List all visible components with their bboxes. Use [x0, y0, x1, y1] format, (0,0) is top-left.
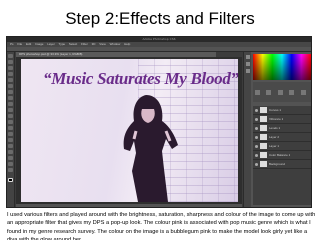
tools-panel: [7, 52, 15, 207]
eye-icon[interactable]: [255, 144, 258, 148]
layer-row[interactable]: Vibrance 1: [253, 115, 311, 124]
clone-stamp-tool-icon[interactable]: [8, 102, 13, 106]
artwork-headline: “Music Saturates My Blood”: [43, 69, 238, 88]
brightness-icon[interactable]: [255, 90, 260, 95]
eye-icon[interactable]: [255, 162, 258, 166]
marquee-tool-icon[interactable]: [8, 60, 13, 64]
photoshop-window: Adobe Photoshop CS6 Ps File Edit Image L…: [6, 36, 312, 208]
eye-icon[interactable]: [255, 153, 258, 157]
layer-name: Color Balance 1: [269, 153, 291, 157]
crop-tool-icon[interactable]: [8, 78, 13, 82]
layer-name: Levels 1: [269, 126, 281, 130]
lasso-tool-icon[interactable]: [8, 66, 13, 70]
menu-help[interactable]: Help: [124, 42, 130, 46]
menu-view[interactable]: View: [99, 42, 105, 46]
layer-thumbnail: [260, 134, 267, 140]
layer-thumbnail: [260, 143, 267, 149]
layer-name: Background: [269, 162, 286, 166]
curves-icon[interactable]: [277, 90, 283, 95]
menu-logo[interactable]: Ps: [10, 42, 14, 46]
foreground-color-swatch[interactable]: [8, 178, 13, 182]
slide-title: Step 2:Effects and Filters: [65, 9, 255, 28]
path-select-tool-icon[interactable]: [8, 150, 13, 154]
layer-thumbnail: [260, 125, 267, 131]
layer-thumbnail: [260, 116, 267, 122]
layer-thumbnail: [260, 152, 267, 158]
blur-tool-icon[interactable]: [8, 126, 13, 130]
type-tool-icon[interactable]: [8, 144, 13, 148]
eye-icon[interactable]: [255, 117, 258, 121]
panel-dock: [244, 52, 251, 207]
canvas-area[interactable]: “Music Saturates My Blood”: [16, 57, 242, 207]
layers-panel: Curves 1 Vibrance 1 Levels 1 Layer 2 Lay…: [253, 106, 311, 205]
eye-icon[interactable]: [255, 108, 258, 112]
quick-select-tool-icon[interactable]: [8, 72, 13, 76]
layer-thumbnail: [260, 107, 267, 113]
dodge-tool-icon[interactable]: [8, 132, 13, 136]
layer-row[interactable]: Levels 1: [253, 124, 311, 133]
layer-row[interactable]: Background: [253, 160, 311, 169]
shape-tool-icon[interactable]: [8, 156, 13, 160]
menu-image[interactable]: Image: [35, 42, 43, 46]
slide-caption: I used various filters and played around…: [7, 212, 316, 240]
menu-filter[interactable]: Filter: [81, 42, 88, 46]
layer-row[interactable]: Curves 1: [253, 106, 311, 115]
menu-3d[interactable]: 3D: [92, 42, 96, 46]
menu-window[interactable]: Window: [110, 42, 121, 46]
layer-name: Vibrance 1: [269, 117, 284, 121]
layer-row[interactable]: Layer 2: [253, 133, 311, 142]
eraser-tool-icon[interactable]: [8, 114, 13, 118]
levels-icon[interactable]: [266, 90, 272, 95]
exposure-icon[interactable]: [289, 90, 295, 95]
character-icon[interactable]: [245, 69, 250, 73]
layer-row[interactable]: Layer 1: [253, 142, 311, 151]
history-brush-tool-icon[interactable]: [8, 108, 13, 112]
brush-tool-icon[interactable]: [8, 96, 13, 100]
history-icon[interactable]: [245, 55, 250, 59]
eyedropper-tool-icon[interactable]: [8, 84, 13, 88]
layer-name: Layer 1: [269, 144, 280, 148]
menu-layer[interactable]: Layer: [47, 42, 55, 46]
status-bar: [16, 204, 242, 207]
layer-name: Layer 2: [269, 135, 280, 139]
zoom-tool-icon[interactable]: [8, 168, 13, 172]
menu-file[interactable]: File: [17, 42, 22, 46]
eye-icon[interactable]: [255, 135, 258, 139]
pen-tool-icon[interactable]: [8, 138, 13, 142]
gradient-tool-icon[interactable]: [8, 120, 13, 124]
vibrance-icon[interactable]: [300, 90, 306, 95]
hand-tool-icon[interactable]: [8, 162, 13, 166]
move-tool-icon[interactable]: [8, 54, 13, 58]
artwork-image: “Music Saturates My Blood”: [21, 59, 238, 202]
properties-icon[interactable]: [245, 62, 250, 66]
color-panel[interactable]: [253, 54, 311, 80]
model-figure: [123, 95, 178, 202]
layer-thumbnail: [260, 161, 267, 167]
healing-brush-tool-icon[interactable]: [8, 90, 13, 94]
menu-select[interactable]: Select: [69, 42, 77, 46]
menu-type[interactable]: Type: [59, 42, 66, 46]
layer-row[interactable]: Color Balance 1: [253, 151, 311, 160]
right-panels: Curves 1 Vibrance 1 Levels 1 Layer 2 Lay…: [243, 52, 311, 207]
adjustments-panel: [253, 82, 311, 113]
layer-name: Curves 1: [269, 108, 282, 112]
menu-edit[interactable]: Edit: [26, 42, 31, 46]
eye-icon[interactable]: [255, 126, 258, 130]
